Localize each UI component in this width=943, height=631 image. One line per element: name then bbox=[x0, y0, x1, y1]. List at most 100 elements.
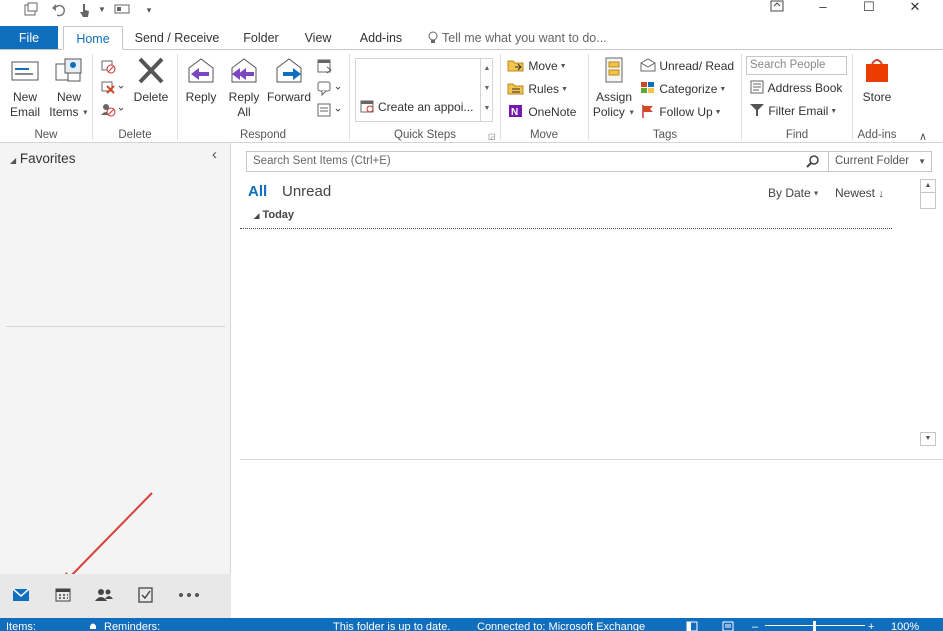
tasks-icon[interactable] bbox=[136, 586, 158, 606]
chevron-down-icon: ▼ bbox=[918, 157, 926, 166]
move-button[interactable]: Move ▼ bbox=[507, 57, 567, 76]
ribbon: New Email New Items ▼ New Delete Delete … bbox=[0, 49, 943, 143]
tab-file[interactable]: File bbox=[0, 26, 58, 50]
reply-all-button[interactable]: Reply All bbox=[223, 56, 265, 120]
separator bbox=[177, 54, 178, 140]
filter-all[interactable]: All bbox=[248, 183, 267, 200]
new-items-button[interactable]: New Items ▼ bbox=[48, 56, 90, 120]
status-connection[interactable]: Connected to: Microsoft Exchange bbox=[477, 621, 645, 631]
lightbulb-icon bbox=[428, 26, 442, 50]
collapse-ribbon-icon[interactable]: ∧ bbox=[919, 130, 927, 143]
touch-mode-icon[interactable] bbox=[76, 2, 94, 18]
more-respond-icon[interactable] bbox=[317, 102, 341, 121]
tab-home[interactable]: Home bbox=[63, 26, 123, 50]
zoom-in-icon[interactable]: + bbox=[868, 621, 874, 631]
reply-icon bbox=[181, 56, 221, 88]
separator bbox=[588, 54, 589, 140]
dialog-launcher-icon[interactable]: ◲ bbox=[488, 132, 496, 141]
assign-policy-button[interactable]: Assign Policy ▼ bbox=[592, 56, 636, 120]
search-people-input[interactable]: Search People bbox=[746, 56, 847, 75]
navigation-bar bbox=[0, 574, 231, 618]
quick-steps-gallery[interactable]: Create an appoi... ▲ ▼ ▼ bbox=[355, 58, 493, 122]
group-label-tags: Tags bbox=[652, 129, 678, 141]
clean-up-icon[interactable] bbox=[100, 79, 124, 98]
delete-button[interactable]: Delete bbox=[130, 56, 172, 105]
tab-folder[interactable]: Folder bbox=[236, 26, 286, 50]
unread-read-button[interactable]: Unread/ Read bbox=[640, 57, 734, 75]
store-button[interactable]: Store bbox=[857, 56, 897, 105]
status-reminders[interactable]: Reminders: bbox=[104, 621, 160, 631]
group-label-quick-steps: Quick Steps bbox=[394, 129, 456, 141]
im-icon[interactable] bbox=[317, 80, 341, 99]
people-icon[interactable] bbox=[94, 586, 116, 606]
calendar-small-icon bbox=[360, 95, 378, 119]
onenote-icon: N bbox=[507, 105, 525, 119]
dropdown-icon[interactable]: ▼ bbox=[93, 2, 111, 18]
group-header-today[interactable]: ◢ Today bbox=[254, 209, 294, 221]
address-book-button[interactable]: Address Book bbox=[749, 79, 842, 97]
group-label-new: New bbox=[34, 129, 58, 141]
tell-me-box[interactable]: Tell me what you want to do... bbox=[428, 26, 618, 50]
categorize-button[interactable]: Categorize ▼ bbox=[640, 80, 726, 99]
separator bbox=[92, 54, 93, 140]
reply-button[interactable]: Reply bbox=[181, 56, 221, 105]
zoom-out-icon[interactable]: – bbox=[752, 621, 758, 631]
reading-view-icon[interactable] bbox=[722, 621, 734, 631]
move-folder-icon bbox=[507, 59, 525, 73]
quick-step-create-appointment[interactable]: Create an appoi... bbox=[356, 95, 480, 119]
meeting-icon[interactable] bbox=[317, 58, 333, 77]
sort-by-dropdown[interactable]: By Date ▼ bbox=[768, 186, 820, 200]
zoom-slider-thumb[interactable] bbox=[813, 621, 816, 631]
divider bbox=[6, 326, 225, 327]
restore-ribbon-icon[interactable] bbox=[754, 0, 800, 16]
search-icon[interactable] bbox=[806, 154, 820, 175]
title-bar: ▼ ▾ – ☐ ✕ bbox=[0, 0, 943, 22]
normal-view-icon[interactable] bbox=[686, 621, 698, 631]
new-email-icon bbox=[4, 56, 46, 88]
reply-all-icon bbox=[223, 56, 265, 88]
ignore-icon[interactable] bbox=[100, 58, 116, 77]
collapse-pane-icon[interactable]: ‹ bbox=[212, 146, 217, 163]
status-items: Items: bbox=[6, 621, 36, 631]
collapse-group-icon: ◢ bbox=[254, 213, 260, 220]
customize-icon[interactable] bbox=[113, 2, 131, 18]
group-label-respond: Respond bbox=[239, 129, 287, 141]
group-label-find: Find bbox=[785, 129, 809, 141]
maximize-button[interactable]: ☐ bbox=[846, 0, 892, 16]
message-list-scrollbar[interactable]: ▲ ▼ bbox=[920, 179, 936, 447]
filter-email-button[interactable]: Filter Email ▼ bbox=[749, 102, 837, 121]
categorize-icon bbox=[640, 82, 656, 96]
rules-button[interactable]: Rules ▼ bbox=[507, 80, 568, 99]
customize-toolbar-icon[interactable]: ▾ bbox=[140, 2, 158, 18]
tab-view[interactable]: View bbox=[298, 26, 338, 50]
mail-icon[interactable] bbox=[11, 586, 33, 606]
send-receive-icon[interactable] bbox=[22, 2, 40, 18]
expand-icon: ◢ bbox=[10, 156, 17, 165]
filter-unread[interactable]: Unread bbox=[282, 183, 331, 200]
minimize-button[interactable]: – bbox=[800, 0, 846, 16]
favorites-header[interactable]: ◢ Favorites bbox=[10, 151, 75, 166]
ribbon-tabs: File Home Send / Receive Folder View Add… bbox=[0, 26, 943, 50]
zoom-level[interactable]: 100% bbox=[891, 621, 919, 631]
filter-icon bbox=[749, 104, 765, 118]
calendar-icon[interactable] bbox=[53, 586, 75, 606]
onenote-button[interactable]: N OneNote bbox=[507, 103, 576, 121]
close-button[interactable]: ✕ bbox=[892, 0, 938, 16]
tab-add-ins[interactable]: Add-ins bbox=[352, 26, 410, 50]
group-label-delete: Delete bbox=[118, 129, 152, 141]
junk-icon[interactable] bbox=[100, 101, 124, 120]
new-email-button[interactable]: New Email bbox=[4, 56, 46, 120]
sort-order-button[interactable]: Newest ↓ bbox=[835, 186, 884, 200]
follow-up-button[interactable]: Follow Up ▼ bbox=[640, 103, 722, 122]
separator bbox=[741, 54, 742, 140]
search-input[interactable]: Search Sent Items (Ctrl+E) bbox=[246, 151, 829, 172]
flag-icon bbox=[640, 105, 656, 119]
undo-icon[interactable] bbox=[50, 2, 68, 18]
tab-send-receive[interactable]: Send / Receive bbox=[132, 26, 222, 50]
forward-button[interactable]: Forward bbox=[265, 56, 313, 105]
more-icon[interactable] bbox=[177, 586, 199, 606]
arrow-down-icon: ↓ bbox=[878, 188, 884, 200]
quick-steps-scroll[interactable]: ▲ ▼ ▼ bbox=[480, 59, 493, 121]
group-label-move: Move bbox=[529, 129, 559, 141]
search-scope-dropdown[interactable]: Current Folder ▼ bbox=[828, 151, 932, 172]
